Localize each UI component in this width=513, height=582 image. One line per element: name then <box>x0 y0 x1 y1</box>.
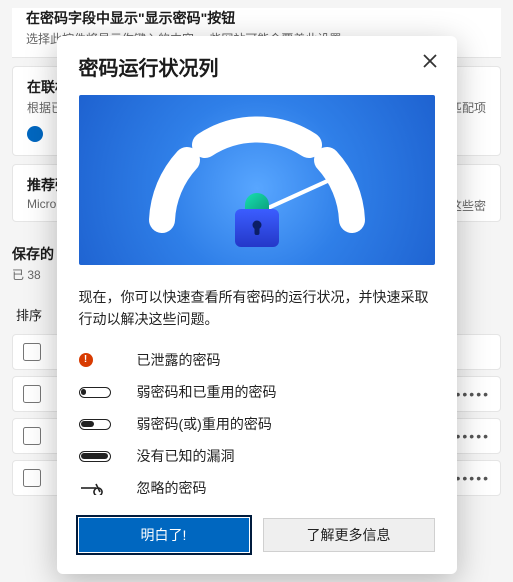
legend-label: 已泄露的密码 <box>137 350 221 370</box>
legend-label: 没有已知的漏洞 <box>137 446 235 466</box>
got-it-button[interactable]: 明白了! <box>79 518 249 552</box>
alert-icon: ! <box>79 353 93 367</box>
modal-buttons: 明白了! 了解更多信息 <box>79 518 435 552</box>
legend-label: 弱密码和已重用的密码 <box>137 382 277 402</box>
meter-full-icon <box>79 451 111 462</box>
modal-title: 密码运行状况列 <box>79 52 435 81</box>
password-health-modal: 密码运行状况列 <box>57 36 457 574</box>
legend-label: 弱密码(或)重用的密码 <box>137 414 272 434</box>
meter-mid-icon <box>79 419 111 430</box>
learn-more-button[interactable]: 了解更多信息 <box>263 518 435 552</box>
modal-overlay: 密码运行状况列 <box>0 8 513 582</box>
legend-row-weak-or-reused: 弱密码(或)重用的密码 <box>79 414 435 434</box>
modal-description: 现在，你可以快速查看所有密码的运行状况，并快速采取行动以解决这些问题。 <box>79 287 435 330</box>
legend-row-weak-reused: 弱密码和已重用的密码 <box>79 382 435 402</box>
ignore-icon <box>79 481 123 495</box>
legend-row-leaked: ! 已泄露的密码 <box>79 350 435 370</box>
legend-row-no-vuln: 没有已知的漏洞 <box>79 446 435 466</box>
legend-label: 忽略的密码 <box>137 478 207 498</box>
hero-image <box>79 95 435 265</box>
legend-row-ignored: 忽略的密码 <box>79 478 435 498</box>
close-icon <box>423 54 437 68</box>
gauge-lock-icon <box>127 105 387 255</box>
meter-low-icon <box>79 387 111 398</box>
legend: ! 已泄露的密码 弱密码和已重用的密码 弱密码(或)重用的密码 <box>79 350 435 498</box>
close-button[interactable] <box>419 50 441 72</box>
